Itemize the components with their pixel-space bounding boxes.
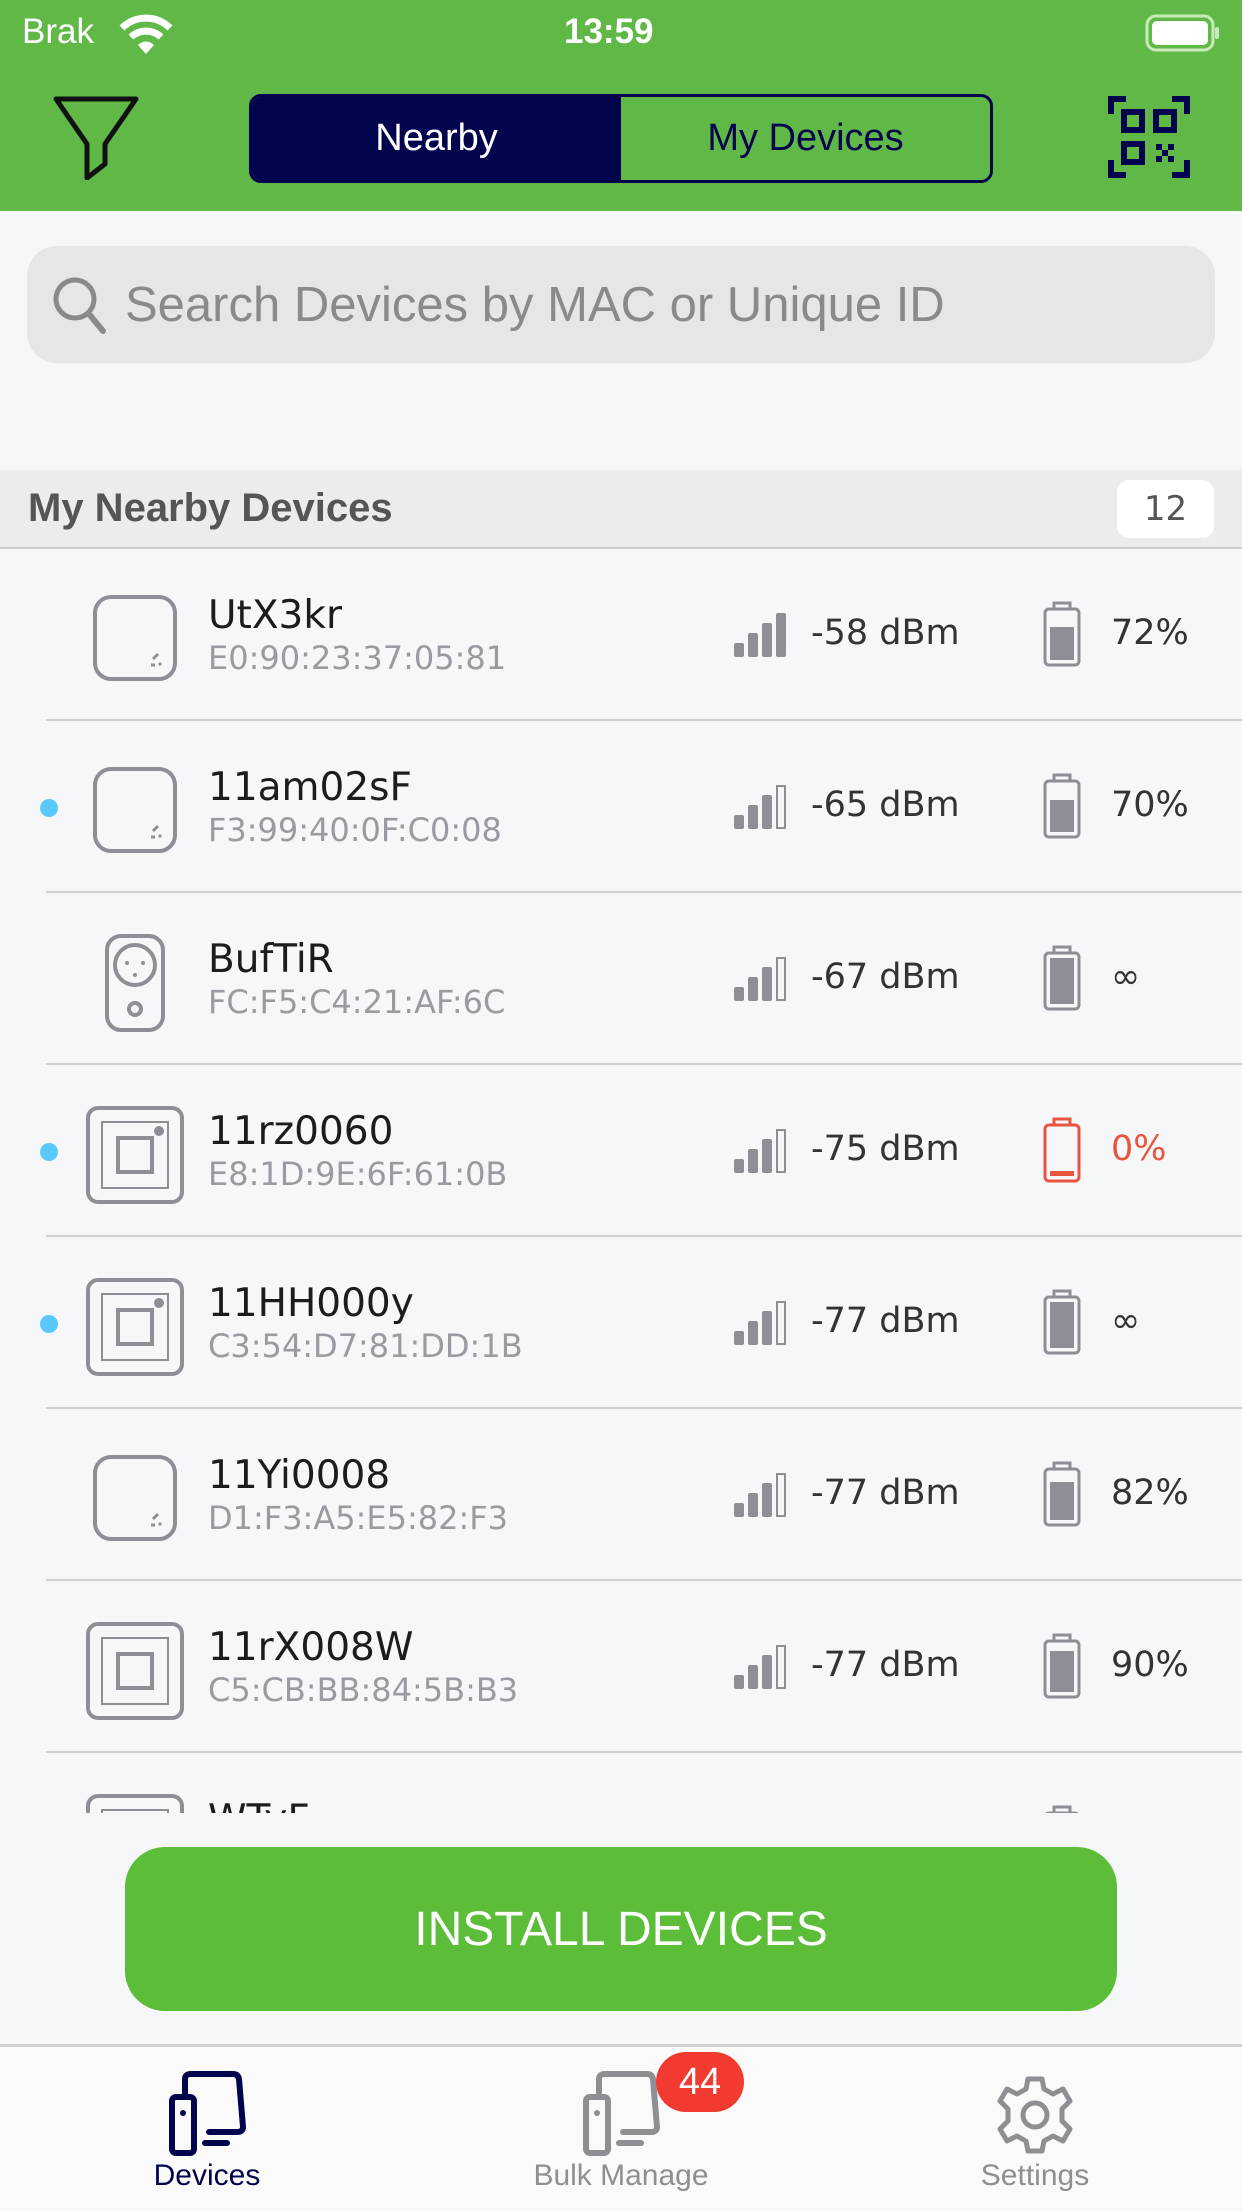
sensor-icon bbox=[85, 589, 185, 693]
section-title: My Nearby Devices bbox=[28, 486, 393, 530]
gateway-icon bbox=[85, 1105, 185, 1209]
device-mac: D1:F3:A5:E5:82:F3 bbox=[208, 1499, 508, 1537]
battery-level: 72% bbox=[1111, 613, 1189, 653]
search-bar[interactable] bbox=[27, 246, 1215, 363]
segmented-control: Nearby My Devices bbox=[249, 94, 993, 183]
signal-strength-icon bbox=[734, 1811, 790, 1813]
device-name: UtX3kr bbox=[208, 593, 342, 638]
battery-icon bbox=[1042, 1461, 1082, 1531]
device-name: 11HH000y bbox=[208, 1281, 414, 1326]
device-rssi: -65 dBm bbox=[811, 785, 960, 825]
signal-strength-icon bbox=[734, 1123, 790, 1177]
device-name: 11rX008W bbox=[208, 1625, 414, 1670]
gateway-icon bbox=[85, 1277, 185, 1381]
device-name: 11rz0060 bbox=[208, 1109, 394, 1154]
signal-strength-icon bbox=[734, 1467, 790, 1521]
tab-bulk-manage[interactable]: Bulk Manage bbox=[414, 2047, 828, 2211]
battery-icon bbox=[1042, 1805, 1082, 1813]
battery-icon bbox=[1042, 773, 1082, 843]
signal-strength-icon bbox=[734, 1295, 790, 1349]
device-name: WTyF bbox=[208, 1797, 310, 1813]
battery-icon bbox=[1042, 601, 1082, 671]
tab-settings-label: Settings bbox=[980, 2159, 1090, 2192]
tab-bulk-manage-label: Bulk Manage bbox=[533, 2159, 709, 2192]
battery-icon bbox=[1042, 1117, 1082, 1187]
qr-scan-icon[interactable] bbox=[1108, 96, 1190, 178]
device-row[interactable]: WTyF bbox=[0, 1753, 1242, 1813]
section-header: My Nearby Devices 12 bbox=[0, 470, 1242, 549]
device-list[interactable]: UtX3kr E0:90:23:37:05:81 -58 dBm 72% 11a… bbox=[0, 549, 1242, 1813]
device-row[interactable]: 11HH000y C3:54:D7:81:DD:1B -77 dBm ∞ bbox=[0, 1237, 1242, 1409]
battery-level: ∞ bbox=[1111, 1301, 1141, 1341]
clock: 13:59 bbox=[564, 12, 654, 51]
battery-level: 0% bbox=[1111, 1129, 1167, 1169]
battery-icon bbox=[1042, 1289, 1082, 1359]
devices-icon bbox=[169, 2071, 247, 2156]
battery-level: 90% bbox=[1111, 1645, 1189, 1685]
filter-icon[interactable] bbox=[53, 96, 139, 180]
tab-devices-label: Devices bbox=[153, 2159, 261, 2192]
tab-my-devices[interactable]: My Devices bbox=[621, 97, 990, 180]
device-name: 11Yi0008 bbox=[208, 1453, 391, 1498]
device-row[interactable]: 11rX008W C5:CB:BB:84:5B:B3 -77 dBm 90% bbox=[0, 1581, 1242, 1753]
header: Brak 13:59 Nearby My Devices bbox=[0, 0, 1242, 211]
bulk-manage-icon bbox=[583, 2071, 661, 2156]
device-row[interactable]: UtX3kr E0:90:23:37:05:81 -58 dBm 72% bbox=[0, 549, 1242, 721]
tab-devices[interactable]: Devices bbox=[0, 2047, 414, 2211]
signal-strength-icon bbox=[734, 779, 790, 833]
device-rssi: -77 dBm bbox=[811, 1301, 960, 1341]
battery-icon bbox=[1042, 945, 1082, 1015]
device-name: BufTiR bbox=[208, 937, 334, 982]
battery-level: 82% bbox=[1111, 1473, 1189, 1513]
device-row[interactable]: BufTiR FC:F5:C4:21:AF:6C -67 dBm ∞ bbox=[0, 893, 1242, 1065]
box-icon bbox=[85, 1793, 185, 1813]
device-mac: E8:1D:9E:6F:61:0B bbox=[208, 1155, 508, 1193]
device-row[interactable]: 11am02sF F3:99:40:0F:C0:08 -65 dBm 70% bbox=[0, 721, 1242, 893]
signal-strength-icon bbox=[734, 951, 790, 1005]
battery-icon bbox=[1042, 1633, 1082, 1703]
plug-icon bbox=[85, 933, 185, 1037]
device-mac: FC:F5:C4:21:AF:6C bbox=[208, 983, 506, 1021]
unread-dot bbox=[40, 799, 58, 817]
install-devices-button[interactable]: INSTALL DEVICES bbox=[125, 1847, 1117, 2011]
unread-dot bbox=[40, 1143, 58, 1161]
bulk-manage-badge: 44 bbox=[656, 2052, 744, 2112]
signal-strength-icon bbox=[734, 1639, 790, 1693]
tab-settings[interactable]: Settings bbox=[828, 2047, 1242, 2211]
device-rssi: -75 dBm bbox=[811, 1129, 960, 1169]
tab-nearby[interactable]: Nearby bbox=[252, 97, 621, 180]
device-row[interactable]: 11rz0060 E8:1D:9E:6F:61:0B -75 dBm 0% bbox=[0, 1065, 1242, 1237]
unread-dot bbox=[40, 1315, 58, 1333]
tab-bar: Devices Bulk Manage Settings bbox=[0, 2044, 1242, 2208]
device-rssi: -77 dBm bbox=[811, 1473, 960, 1513]
battery-status-icon bbox=[1145, 14, 1219, 52]
gear-icon bbox=[997, 2076, 1073, 2154]
box-icon bbox=[85, 1621, 185, 1725]
device-mac: E0:90:23:37:05:81 bbox=[208, 639, 507, 677]
device-count-badge: 12 bbox=[1117, 480, 1214, 538]
device-rssi: -67 dBm bbox=[811, 957, 960, 997]
device-mac: C5:CB:BB:84:5B:B3 bbox=[208, 1671, 519, 1709]
battery-level: 70% bbox=[1111, 785, 1189, 825]
device-row[interactable]: 11Yi0008 D1:F3:A5:E5:82:F3 -77 dBm 82% bbox=[0, 1409, 1242, 1581]
search-icon bbox=[53, 277, 106, 334]
device-rssi: -77 dBm bbox=[811, 1645, 960, 1685]
carrier-label: Brak bbox=[22, 12, 94, 51]
device-mac: C3:54:D7:81:DD:1B bbox=[208, 1327, 523, 1365]
device-rssi: -58 dBm bbox=[811, 613, 960, 653]
search-input[interactable] bbox=[125, 276, 1205, 333]
sensor-icon bbox=[85, 761, 185, 865]
signal-strength-icon bbox=[734, 607, 790, 661]
wifi-icon bbox=[119, 14, 173, 54]
sensor-icon bbox=[85, 1449, 185, 1553]
battery-level: ∞ bbox=[1111, 957, 1141, 997]
device-mac: F3:99:40:0F:C0:08 bbox=[208, 811, 502, 849]
device-name: 11am02sF bbox=[208, 765, 412, 810]
